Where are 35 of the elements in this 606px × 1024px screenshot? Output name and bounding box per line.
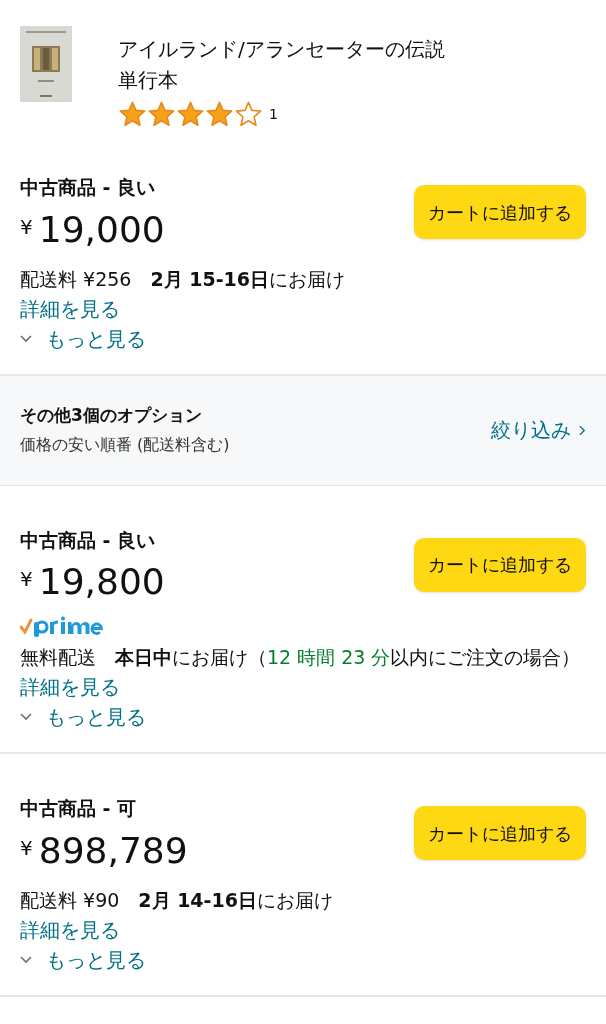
delivery-text: 無料配送 本日中 にお届け（12 時間 23 分以内にご注文の場合） [20, 645, 582, 670]
more-link[interactable]: もっと見る [20, 944, 146, 975]
options-title: その他3個のオプション [20, 404, 203, 428]
product-title: アイルランド/アランセーターの伝説 [118, 36, 445, 63]
price-text: 898,789 [38, 828, 188, 873]
more-link[interactable]: もっと見る [20, 702, 146, 732]
delivery-text: 配送料 ¥256 2月 15-16日 にお届け [20, 266, 346, 292]
currency-symbol: ¥ [20, 213, 33, 241]
chevron-down-icon [20, 955, 32, 964]
currency-symbol: ¥ [20, 566, 33, 593]
add-to-cart-button[interactable]: カートに追加する [414, 806, 586, 861]
filter-link[interactable]: 絞り込み [491, 415, 586, 445]
price-text: 19,000 [38, 207, 165, 252]
star-filled-icon [205, 100, 234, 129]
chevron-down-icon [20, 334, 32, 343]
details-link[interactable]: 詳細を見る [20, 672, 586, 702]
price-text: 19,800 [38, 560, 165, 604]
delivery-text: 配送料 ¥90 2月 14-16日 にお届け [20, 887, 334, 913]
star-filled-icon [118, 100, 147, 129]
details-link[interactable]: 詳細を見る [20, 914, 586, 945]
sort-label: 価格の安い順番 (配送料含む) [20, 433, 230, 456]
review-count: 1 [269, 105, 278, 124]
add-to-cart-button[interactable]: カートに追加する [414, 185, 586, 240]
currency-symbol: ¥ [20, 834, 33, 862]
chevron-right-icon [579, 424, 586, 436]
condition-label: 中古商品 - 良い [20, 175, 157, 200]
chevron-down-icon [20, 713, 32, 721]
condition-label: 中古商品 - 良い [20, 527, 157, 553]
condition-label: 中古商品 - 可 [20, 796, 138, 821]
format-label: 単行本 [118, 67, 179, 94]
more-link[interactable]: もっと見る [20, 323, 146, 354]
star-filled-icon [147, 100, 176, 129]
star-filled-icon [176, 100, 205, 129]
add-to-cart-button[interactable]: カートに追加する [414, 537, 586, 592]
details-link[interactable]: 詳細を見る [20, 293, 586, 324]
